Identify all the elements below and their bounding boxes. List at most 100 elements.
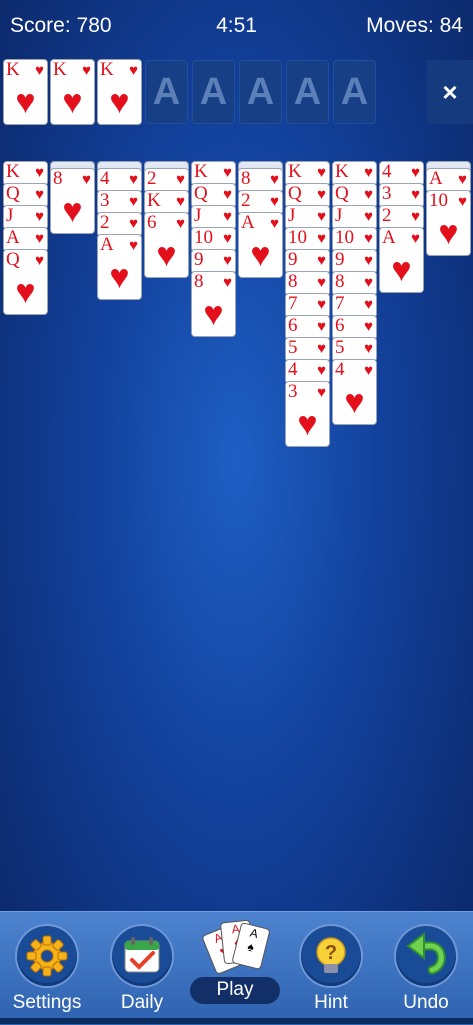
playing-card[interactable]: K♥♥	[286, 162, 329, 185]
playing-card[interactable]: 10♥♥	[427, 191, 470, 255]
play-button[interactable]: A♥ A♦ A♠	[189, 912, 283, 1025]
playing-card[interactable]: J♥♥	[286, 206, 329, 229]
empty-foundation-slot: A	[192, 60, 235, 124]
playing-card[interactable]: 4♥♥	[333, 360, 376, 424]
card-rank: K	[194, 162, 208, 182]
playing-card[interactable]: 4♥♥	[98, 169, 141, 192]
card-suit-icon: ♥	[317, 252, 326, 269]
hint-button[interactable]: ? Hint	[284, 912, 378, 1025]
card-suit-icon: ♥	[176, 171, 185, 188]
card-rank: 10	[429, 191, 448, 211]
card-center-suit-icon: ♥	[250, 236, 271, 274]
playing-card[interactable]: 10♥♥	[333, 228, 376, 251]
playing-card[interactable]: Q♥♥	[333, 184, 376, 207]
close-button[interactable]: ×	[427, 60, 473, 124]
daily-button[interactable]: Daily	[95, 912, 189, 1025]
card-suit-icon: ♥	[176, 193, 185, 210]
card-rank: A	[429, 169, 443, 189]
playing-card[interactable]: 6♥♥	[286, 316, 329, 339]
playing-card[interactable]: A♥♥	[4, 228, 47, 251]
playing-card[interactable]: Q♥♥	[4, 250, 47, 314]
settings-button[interactable]: Settings	[0, 912, 94, 1025]
playing-card[interactable]: 3♥♥	[98, 191, 141, 214]
card-suit-icon: ♥	[82, 171, 91, 188]
playing-card[interactable]: 2♥♥	[380, 206, 423, 229]
playing-card[interactable]: J♥♥	[192, 206, 235, 229]
playing-card[interactable]: 2♥♥	[98, 213, 141, 236]
playing-card[interactable]: 4♥♥	[380, 162, 423, 185]
card-suit-icon: ♥	[411, 208, 420, 225]
card-rank: J	[194, 206, 202, 226]
play-label[interactable]: Play	[190, 977, 280, 1004]
card-rank: 10	[335, 228, 354, 248]
card-suit-icon: ♥	[35, 252, 44, 269]
playing-card[interactable]: K♥♥	[4, 162, 47, 185]
playing-card[interactable]: 5♥♥	[333, 338, 376, 361]
playing-card[interactable]: A♥♥	[239, 213, 282, 277]
playing-card[interactable]: 10♥♥	[192, 228, 235, 251]
card-rank: 8	[241, 169, 251, 189]
playing-card[interactable]: 8♥♥	[192, 272, 235, 336]
playing-card[interactable]: A♥♥	[380, 228, 423, 292]
playing-card[interactable]: 8♥♥	[286, 272, 329, 295]
playing-card[interactable]: 8♥♥	[333, 272, 376, 295]
card-rank: Q	[6, 184, 20, 204]
playing-card[interactable]: K♥♥	[192, 162, 235, 185]
card-center-suit-icon: ♥	[391, 251, 412, 289]
playing-card[interactable]: 10♥♥	[286, 228, 329, 251]
bottom-edge	[0, 1018, 473, 1024]
card-rank: 9	[335, 250, 345, 270]
card-rank: A	[241, 213, 255, 233]
playing-card[interactable]: 2♥♥	[239, 191, 282, 214]
card-rank: 6	[335, 316, 345, 336]
playing-card[interactable]: 6♥♥	[145, 213, 188, 277]
playing-card[interactable]: J♥♥	[4, 206, 47, 229]
card-rank: 4	[288, 360, 298, 380]
playing-card[interactable]: K♥♥	[333, 162, 376, 185]
playing-card[interactable]: 7♥♥	[333, 294, 376, 317]
card-rank: K	[100, 60, 114, 80]
playing-card[interactable]: 8♥♥	[239, 169, 282, 192]
undo-button[interactable]: Undo	[379, 912, 473, 1025]
undo-label: Undo	[403, 992, 449, 1013]
playing-card[interactable]: 9♥♥	[286, 250, 329, 273]
card-rank: J	[6, 206, 14, 226]
playing-card[interactable]: 7♥♥	[286, 294, 329, 317]
playing-card[interactable]: Q♥♥	[286, 184, 329, 207]
card-suit-icon: ♥	[364, 340, 373, 357]
playing-card[interactable]: 3♥♥	[380, 184, 423, 207]
undo-arrow-icon	[406, 932, 446, 975]
svg-text:?: ?	[325, 942, 337, 964]
playing-card[interactable]: K♥♥	[145, 191, 188, 214]
card-suit-icon: ♥	[129, 62, 138, 79]
playing-card[interactable]: 6♥♥	[333, 316, 376, 339]
card-center-suit-icon: ♥	[297, 405, 318, 443]
card-suit-icon: ♥	[35, 62, 44, 79]
playing-card[interactable]: Q♥♥	[4, 184, 47, 207]
card-center-suit-icon: ♥	[203, 295, 224, 333]
playing-card[interactable]: A♥♥	[98, 235, 141, 299]
playing-cards-icon: A♥ A♦ A♠	[202, 918, 271, 978]
playing-card[interactable]: 9♥♥	[333, 250, 376, 273]
playing-card[interactable]: 8♥♥	[51, 169, 94, 233]
card-rank: 2	[382, 206, 392, 226]
card-suit-icon: ♥	[411, 186, 420, 203]
card-suit-icon: ♥	[317, 384, 326, 401]
card-suit-icon: ♥	[223, 274, 232, 291]
playing-card[interactable]: 3♥♥	[286, 382, 329, 446]
playing-card[interactable]: 2♥♥	[145, 169, 188, 192]
playing-card[interactable]: 5♥♥	[286, 338, 329, 361]
card-suit-icon: ♥	[317, 208, 326, 225]
card-suit-icon: ♥	[35, 230, 44, 247]
playing-card[interactable]: 4♥♥	[286, 360, 329, 383]
playing-card[interactable]: A♥♥	[427, 169, 470, 192]
playing-card[interactable]: 9♥♥	[192, 250, 235, 273]
card-suit-icon: ♥	[129, 237, 138, 254]
card-center-suit-icon: ♥	[344, 383, 365, 421]
card-rank: 5	[288, 338, 298, 358]
playing-card[interactable]: J♥♥	[333, 206, 376, 229]
completed-foundation-card: K ♥ ♥	[51, 60, 94, 124]
card-suit-icon: ♥	[129, 193, 138, 210]
card-suit-icon: ♥	[223, 208, 232, 225]
playing-card[interactable]: Q♥♥	[192, 184, 235, 207]
